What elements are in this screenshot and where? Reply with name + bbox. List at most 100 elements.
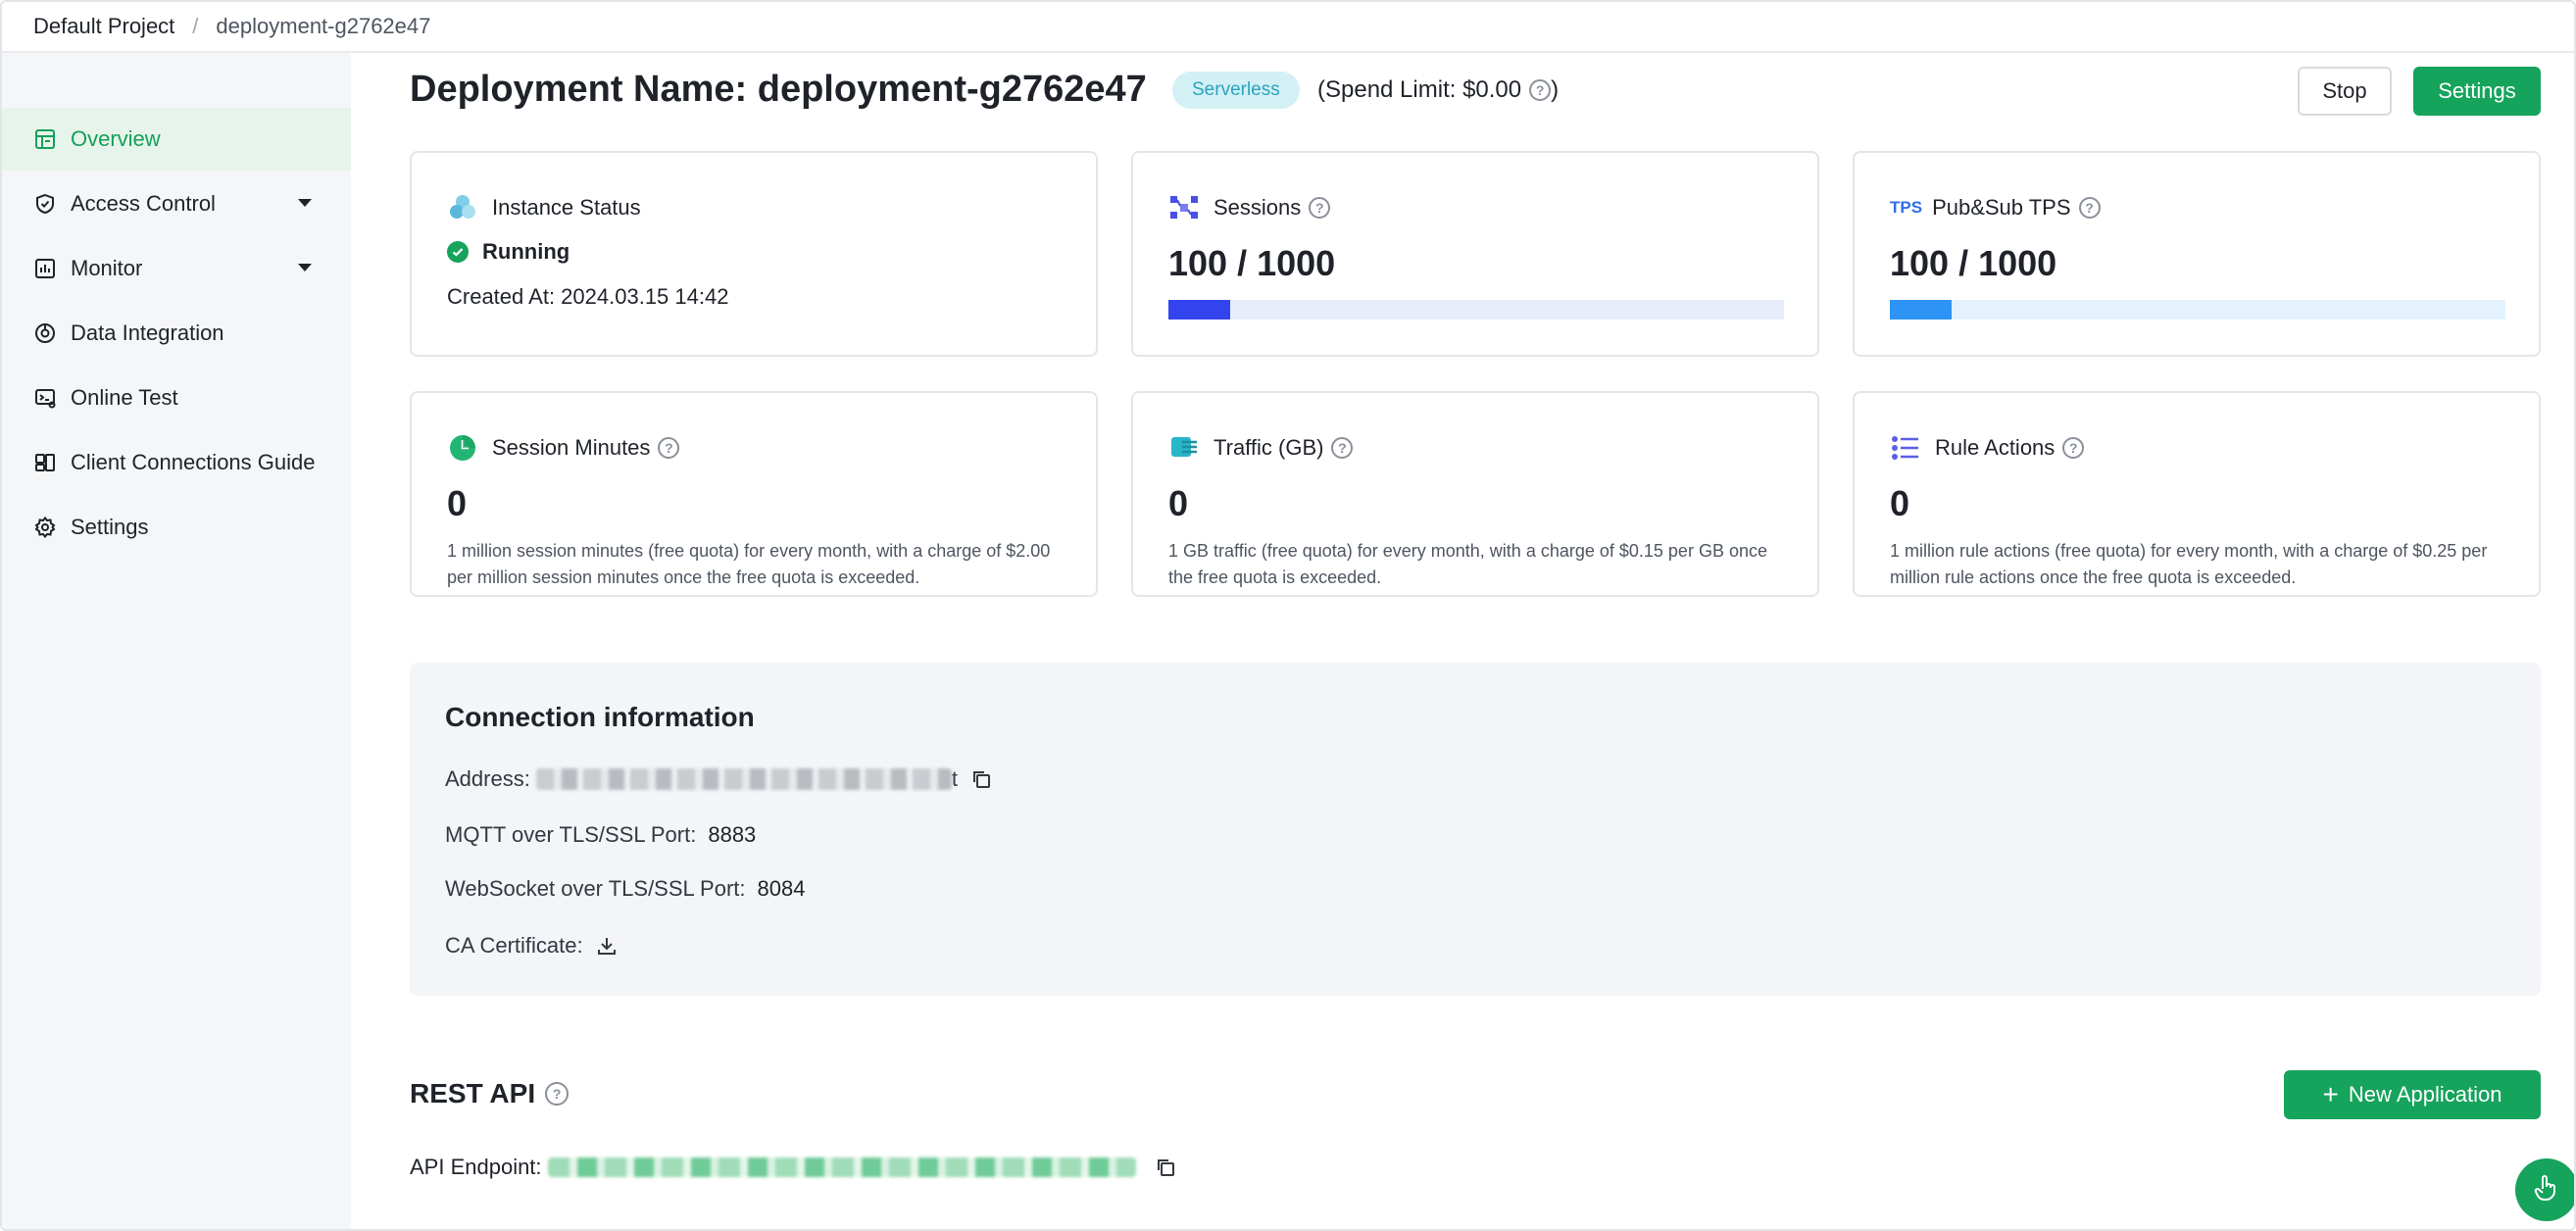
sidebar-item-monitor[interactable]: Monitor	[2, 237, 351, 300]
dashboard-icon	[33, 127, 57, 151]
session-minutes-value: 0	[447, 483, 468, 523]
rule-actions-value: 0	[1890, 483, 1910, 523]
copy-icon[interactable]	[1154, 1156, 1177, 1179]
card-label: Pub&Sub TPS	[1932, 195, 2071, 220]
ca-certificate-label: CA Certificate:	[445, 933, 583, 958]
card-label: Sessions	[1214, 195, 1302, 220]
help-chat-button[interactable]	[2515, 1158, 2574, 1221]
sessions-card: Sessions ? 100 / 1000	[1131, 151, 1819, 357]
api-endpoint-row: API Endpoint:	[410, 1155, 1177, 1180]
spend-limit-text: (Spend Limit: $0.00	[1317, 76, 1522, 103]
websocket-port-row: WebSocket over TLS/SSL Port: 8084	[445, 876, 805, 902]
sessions-progress-bar	[1168, 300, 1784, 320]
sidebar-item-overview[interactable]: Overview	[2, 108, 351, 171]
sidebar-item-settings[interactable]: Settings	[2, 496, 351, 559]
rule-actions-description: 1 million rule actions (free quota) for …	[1890, 541, 2488, 587]
help-icon[interactable]: ?	[2078, 197, 2101, 219]
settings-button[interactable]: Settings	[2413, 67, 2541, 116]
breadcrumb-separator: /	[192, 14, 199, 38]
sidebar-item-label: Overview	[71, 126, 161, 151]
rest-api-title: REST API ?	[410, 1078, 570, 1109]
breadcrumb-project[interactable]: Default Project	[33, 14, 174, 39]
guide-icon	[33, 451, 57, 474]
sessions-value: 100 / 1000	[1168, 243, 1336, 283]
new-application-button[interactable]: + New Application	[2284, 1070, 2541, 1119]
card-label: Traffic (GB)	[1214, 435, 1324, 460]
sidebar-item-label: Client Connections Guide	[71, 450, 316, 474]
copy-icon[interactable]	[969, 767, 993, 791]
sidebar: Overview Access Control Monitor Data Int…	[2, 53, 351, 1229]
sessions-icon	[1168, 192, 1200, 223]
sidebar-item-label: Settings	[71, 515, 149, 539]
traffic-value: 0	[1168, 483, 1189, 523]
help-icon[interactable]: ?	[1529, 79, 1552, 101]
status-text: Running	[482, 239, 570, 264]
card-label: Rule Actions	[1935, 435, 2056, 460]
sidebar-item-label: Data Integration	[71, 320, 224, 345]
api-endpoint-value-redacted	[547, 1157, 1136, 1177]
sidebar-item-online-test[interactable]: Online Test	[2, 367, 351, 429]
sidebar-item-label: Access Control	[71, 191, 216, 216]
address-row: Address: t	[445, 766, 993, 792]
tps-icon: TPS	[1890, 198, 1923, 217]
spend-limit: (Spend Limit: $0.00 ? )	[1317, 76, 1559, 104]
mqtt-port-row: MQTT over TLS/SSL Port: 8883	[445, 822, 756, 848]
connection-info-title: Connection information	[445, 702, 755, 732]
sessions-progress-fill	[1168, 300, 1230, 320]
sidebar-item-label: Monitor	[71, 256, 143, 280]
sidebar-item-data-integration[interactable]: Data Integration	[2, 302, 351, 365]
stop-button[interactable]: Stop	[2298, 67, 2392, 116]
breadcrumb: Default Project / deployment-g2762e47	[2, 2, 2574, 53]
shield-check-icon	[33, 192, 57, 216]
integration-icon	[33, 321, 57, 345]
app-window: Default Project / deployment-g2762e47 Ov…	[0, 0, 2576, 1231]
websocket-port-label: WebSocket over TLS/SSL Port:	[445, 876, 746, 901]
main-content: Deployment Name: deployment-g2762e47 Ser…	[351, 53, 2574, 1229]
sidebar-item-client-connections-guide[interactable]: Client Connections Guide	[2, 431, 351, 494]
spend-limit-close: )	[1551, 76, 1560, 103]
ca-certificate-row: CA Certificate:	[445, 933, 619, 959]
websocket-port-value: 8084	[757, 876, 806, 901]
connection-info-panel: Connection information Address: t MQTT o…	[410, 663, 2541, 996]
api-endpoint-label: API Endpoint:	[410, 1155, 542, 1179]
rule-actions-card: Rule Actions ? 0 1 million rule actions …	[1853, 391, 2541, 597]
terminal-icon	[33, 386, 57, 410]
download-icon[interactable]	[595, 934, 619, 958]
sidebar-item-access-control[interactable]: Access Control	[2, 172, 351, 235]
help-icon[interactable]: ?	[1309, 197, 1331, 219]
instance-status-card: Instance Status Running Created At: 2024…	[410, 151, 1098, 357]
page-title: Deployment Name: deployment-g2762e47	[410, 69, 1147, 110]
mqtt-port-value: 8883	[708, 822, 757, 847]
session-minutes-description: 1 million session minutes (free quota) f…	[447, 541, 1051, 587]
hand-pointer-icon	[2530, 1171, 2563, 1209]
sidebar-item-label: Online Test	[71, 385, 178, 410]
plan-badge: Serverless	[1172, 72, 1300, 109]
check-circle-icon	[447, 241, 469, 263]
plus-icon: +	[2322, 1079, 2339, 1109]
clock-icon	[447, 432, 478, 464]
mqtt-port-label: MQTT over TLS/SSL Port:	[445, 822, 697, 847]
bar-chart-icon	[33, 257, 57, 280]
tps-progress-bar	[1890, 300, 2505, 320]
help-icon[interactable]: ?	[658, 437, 680, 459]
traffic-icon	[1168, 432, 1200, 464]
new-application-label: New Application	[2348, 1082, 2502, 1107]
traffic-description: 1 GB traffic (free quota) for every mont…	[1168, 541, 1767, 587]
address-label: Address:	[445, 766, 530, 791]
traffic-card: Traffic (GB) ? 0 1 GB traffic (free quot…	[1131, 391, 1819, 597]
created-at: Created At: 2024.03.15 14:42	[447, 284, 729, 309]
card-label: Instance Status	[492, 195, 641, 220]
help-icon[interactable]: ?	[2062, 437, 2085, 459]
status-indicator: Running	[447, 239, 570, 265]
chevron-down-icon[interactable]	[298, 199, 312, 207]
help-icon[interactable]: ?	[545, 1082, 570, 1106]
tps-progress-fill	[1890, 300, 1952, 320]
instance-icon	[447, 192, 478, 223]
help-icon[interactable]: ?	[1331, 437, 1354, 459]
chevron-down-icon[interactable]	[298, 264, 312, 271]
list-icon	[1890, 432, 1921, 464]
breadcrumb-deployment: deployment-g2762e47	[216, 14, 431, 38]
tps-value: 100 / 1000	[1890, 243, 2057, 283]
gear-icon	[33, 516, 57, 539]
address-tail: t	[951, 766, 958, 791]
